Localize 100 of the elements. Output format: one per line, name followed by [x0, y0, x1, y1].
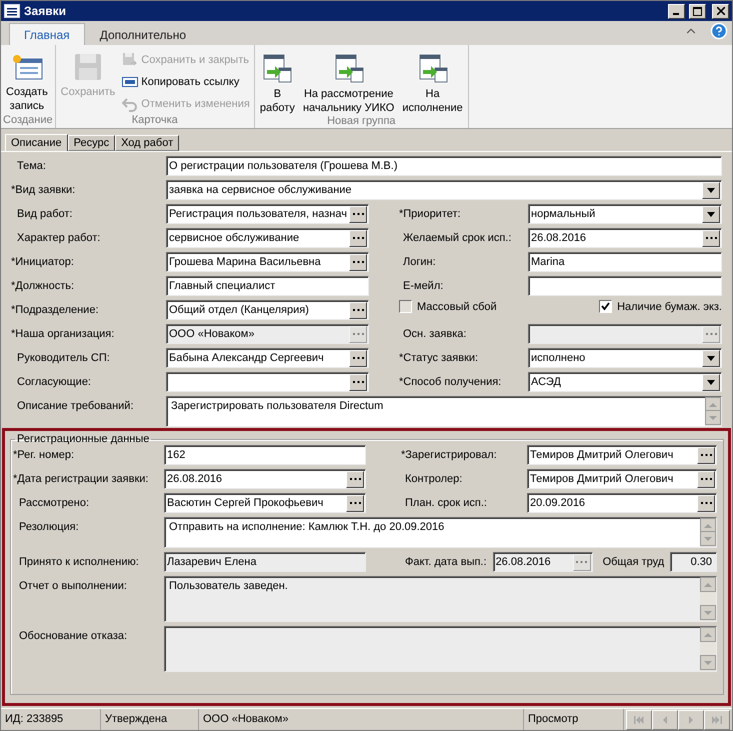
ellipsis-icon [700, 502, 712, 504]
browse-button[interactable] [349, 350, 367, 366]
group-caption: Новая группа [326, 115, 397, 128]
browse-button[interactable] [697, 470, 715, 488]
field-label: *Рег. номер: [12, 448, 76, 462]
browse-button[interactable] [349, 254, 367, 270]
window-title: Заявки [24, 4, 67, 18]
browse-button[interactable] [349, 230, 367, 246]
lookup-field[interactable] [166, 372, 369, 392]
caret-down-icon [707, 380, 715, 384]
ellipsis-icon [352, 212, 364, 216]
form-tab[interactable]: Ресурс [68, 135, 116, 151]
ellipsis-icon [350, 502, 360, 504]
field-label: Е-мейл: [402, 280, 444, 292]
lookup-field[interactable]: 20.09.2016 [527, 493, 717, 513]
field-label: *Инициатор: [10, 255, 75, 269]
group-caption: Карточка [130, 114, 179, 128]
memo-field[interactable]: Зарегистрировать пользователя Directum [166, 396, 722, 427]
field-label: *Приоритет: [399, 208, 462, 220]
floppy-disk-icon [122, 52, 138, 68]
ribbon-tab[interactable]: Главная [9, 23, 85, 45]
field-label: *Зарегистрировал: [401, 449, 498, 461]
text-field[interactable]: Главный специалист [166, 276, 369, 296]
lookup-field[interactable]: 26.08.2016 [528, 228, 722, 248]
browse-button[interactable] [697, 446, 715, 464]
dropdown-button[interactable] [702, 182, 720, 198]
check-icon [601, 302, 610, 311]
dropdown[interactable]: АСЭД [528, 372, 722, 392]
lookup-field[interactable]: 26.08.2016 [164, 469, 366, 489]
ribbon-button[interactable]: Копировать ссылку [120, 72, 252, 92]
memo-field[interactable]: Отправить на исполнение: Камлюк Т.Н. до 20.09.2016 [164, 517, 717, 548]
field-label: Принято к исполнению: [18, 555, 140, 569]
status-cell: Утверждена [101, 709, 199, 730]
lookup-field[interactable]: Васютин Сергей Прокофьевич [164, 493, 366, 513]
field-label: Руководитель СП: [16, 351, 111, 365]
field-label: Отчет о выполнении: [18, 579, 128, 593]
lookup-field[interactable]: Регистрация пользователя, назнач [166, 204, 369, 224]
text-field[interactable] [528, 276, 722, 296]
browse-button[interactable] [349, 374, 367, 390]
status-cell: Просмотр [524, 709, 624, 730]
ribbon-button[interactable]: Создать запись [3, 47, 51, 114]
maximize-button[interactable] [689, 4, 706, 18]
text-field[interactable]: 162 [164, 445, 366, 465]
field-label: Факт. дата вып.: [404, 556, 487, 568]
group-title: Регистрационные данные [16, 433, 150, 445]
checkbox[interactable]: Наличие бумаж. экз. [599, 300, 722, 313]
text-field[interactable]: Marina [528, 252, 722, 272]
dropdown[interactable]: заявка на сервисное обслуживание [166, 180, 722, 200]
ribbon-button[interactable]: На рассмотрение начальнику УИКО [300, 47, 398, 115]
ellipsis-icon [352, 308, 364, 312]
dropdown-button[interactable] [702, 374, 720, 390]
scrollbar [705, 397, 721, 426]
dropdown-button[interactable] [702, 350, 720, 366]
status-cell: ООО «Новаком» [199, 709, 524, 730]
caret-down-icon [707, 188, 715, 192]
ribbon-button[interactable]: На исполнение [399, 47, 466, 115]
close-button[interactable] [712, 4, 729, 18]
lookup-field[interactable]: Темиров Дмитрий Олегович [527, 469, 717, 489]
field-label: Желаемый срок исп.: [402, 232, 512, 244]
maximize-icon [693, 6, 702, 16]
lookup-field[interactable]: сервисное обслуживание [166, 228, 369, 248]
field-label: Обоснование отказа: [18, 629, 128, 643]
text-field[interactable]: О регистрации пользователя (Грошева М.В.) [166, 156, 722, 176]
field-label: Резолюция: [18, 520, 80, 534]
browse-button[interactable] [349, 206, 367, 222]
browse-button[interactable] [349, 302, 367, 318]
ellipsis-icon [706, 236, 716, 240]
scrollbar [700, 627, 716, 671]
ellipsis-icon [700, 478, 712, 480]
ellipsis-icon [700, 454, 712, 456]
lookup-field[interactable]: Общий отдел (Канцелярия) [166, 300, 369, 320]
ellipsis-icon [352, 332, 364, 336]
minimize-button[interactable] [668, 4, 685, 18]
browse-button[interactable] [346, 494, 364, 512]
field-label: Логин: [402, 256, 437, 268]
ellipsis-icon [352, 236, 364, 240]
browse-button[interactable] [697, 494, 715, 512]
browse-button[interactable] [702, 230, 720, 246]
dropdown[interactable]: нормальный [528, 204, 722, 224]
ribbon-button[interactable]: В работу [256, 47, 298, 115]
lookup-field[interactable]: Темиров Дмитрий Олегович [527, 445, 717, 465]
help-icon[interactable] [710, 22, 728, 40]
caret-down-icon [707, 356, 715, 360]
lookup-field[interactable]: Грошева Марина Васильевна [166, 252, 369, 272]
caret-down-icon [707, 212, 715, 216]
field-label: Контролер: [404, 473, 464, 485]
ellipsis-icon [352, 380, 364, 384]
field-label: Вид работ: [16, 207, 74, 221]
ellipsis-icon [706, 332, 716, 336]
group-caption: Создание [3, 114, 53, 128]
dropdown-button[interactable] [702, 206, 720, 222]
dropdown[interactable]: исполнено [528, 348, 722, 368]
field-label: Осн. заявка: [402, 328, 468, 340]
status-cell: ИД: 233895 [1, 709, 101, 730]
browse-button[interactable] [346, 470, 364, 488]
ribbon-tab[interactable]: Дополнительно [84, 23, 202, 45]
lookup-field[interactable]: Бабына Александр Сергеевич [166, 348, 369, 368]
form-tab[interactable]: Ход работ [115, 135, 180, 151]
form-tab[interactable]: Описание [5, 134, 68, 152]
undo-icon [122, 96, 138, 112]
